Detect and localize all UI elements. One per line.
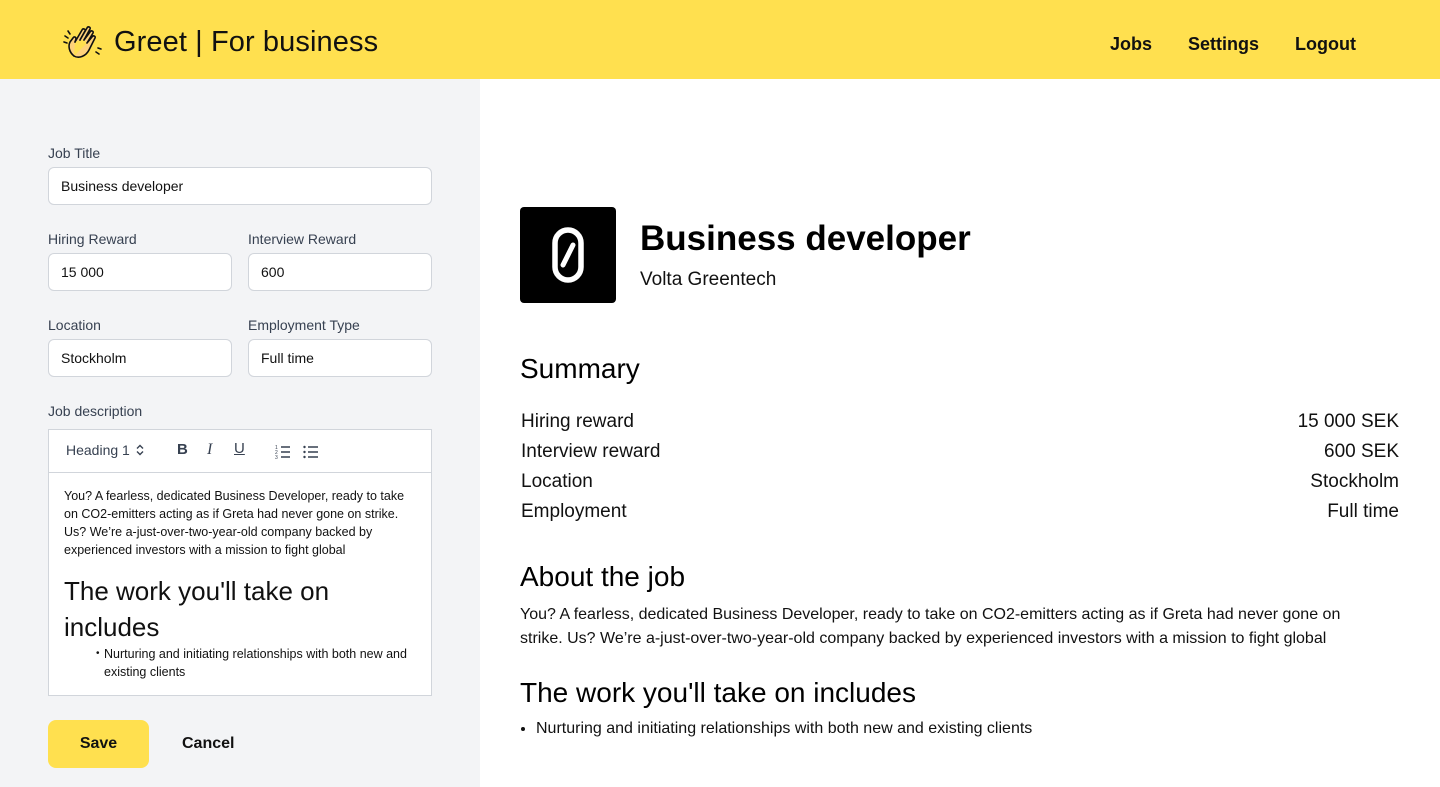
- brand[interactable]: Greet | For business: [62, 22, 378, 62]
- editor-content[interactable]: You? A fearless, dedicated Business Deve…: [49, 473, 431, 695]
- summary-row: Employment Full time: [521, 501, 1399, 523]
- select-arrows-icon: [136, 444, 144, 456]
- company-logo-mark: [552, 227, 584, 283]
- waving-hand-icon: [63, 26, 102, 58]
- location-input[interactable]: Stockholm: [48, 339, 232, 377]
- heading-select[interactable]: Heading 1: [66, 442, 144, 458]
- save-button[interactable]: Save: [48, 720, 149, 768]
- summary-label: Interview reward: [521, 441, 661, 462]
- editor-bullet-item: Nurturing and initiating relationships w…: [96, 645, 416, 681]
- editor-heading: The work you'll take on includes: [64, 576, 330, 642]
- job-preview: Business developer Volta Greentech Summa…: [480, 79, 1440, 787]
- cancel-button[interactable]: Cancel: [182, 720, 234, 768]
- hiring-reward-input[interactable]: 15 000: [48, 253, 232, 291]
- about-text: You? A fearless, dedicated Business Deve…: [520, 606, 1341, 647]
- job-title-label: Job Title: [48, 145, 101, 161]
- main-nav: Jobs Settings Logout: [1110, 34, 1356, 55]
- hiring-reward-label: Hiring Reward: [48, 231, 137, 247]
- editor-paragraph: You? A fearless, dedicated Business Deve…: [64, 489, 405, 557]
- employment-type-label: Employment Type: [248, 317, 360, 333]
- job-description-label: Job description: [48, 403, 143, 419]
- summary-value: Full time: [1327, 501, 1399, 522]
- about-heading: About the job: [520, 561, 686, 592]
- bullet-list-icon[interactable]: [303, 445, 319, 459]
- summary-label: Location: [521, 471, 593, 492]
- interview-reward-label: Interview Reward: [248, 231, 357, 247]
- employment-type-input[interactable]: Full time: [248, 339, 432, 377]
- preview-company: Volta Greentech: [640, 269, 777, 290]
- nav-jobs[interactable]: Jobs: [1110, 34, 1152, 55]
- nav-logout[interactable]: Logout: [1295, 34, 1356, 55]
- underline-icon[interactable]: U: [234, 440, 245, 457]
- preview-job-title: Business developer: [640, 219, 971, 258]
- summary-label: Employment: [521, 501, 627, 522]
- job-description-editor[interactable]: Heading 1 B I U 123 You? A fearless, ded…: [48, 429, 432, 696]
- summary-row: Interview reward 600 SEK: [521, 441, 1399, 463]
- summary-value: 15 000 SEK: [1297, 411, 1399, 432]
- bold-icon[interactable]: B: [177, 441, 188, 458]
- top-bar: Greet | For business Jobs Settings Logou…: [0, 0, 1440, 79]
- summary-row: Location Stockholm: [521, 471, 1399, 493]
- ordered-list-icon[interactable]: 123: [275, 445, 291, 459]
- work-list: Nurturing and initiating relationships w…: [536, 720, 1032, 738]
- location-label: Location: [48, 317, 101, 333]
- job-title-input[interactable]: Business developer: [48, 167, 432, 205]
- summary-heading: Summary: [520, 353, 640, 384]
- editor-toolbar: Heading 1 B I U 123: [49, 430, 431, 473]
- editor-bullet-list: Nurturing and initiating relationships w…: [96, 645, 416, 681]
- edit-panel: Job Title Business developer Hiring Rewa…: [0, 79, 480, 787]
- summary-row: Hiring reward 15 000 SEK: [521, 411, 1399, 433]
- italic-icon[interactable]: I: [207, 441, 212, 459]
- summary-label: Hiring reward: [521, 411, 634, 432]
- brand-name: Greet | For business: [114, 25, 379, 58]
- summary-value: 600 SEK: [1324, 441, 1399, 462]
- nav-settings[interactable]: Settings: [1188, 34, 1259, 55]
- work-heading: The work you'll take on includes: [520, 677, 916, 708]
- work-list-item: Nurturing and initiating relationships w…: [536, 720, 1032, 738]
- heading-select-value: Heading 1: [66, 442, 130, 458]
- company-logo: [520, 207, 616, 303]
- summary-value: Stockholm: [1310, 471, 1399, 492]
- svg-text:3: 3: [275, 455, 278, 459]
- interview-reward-input[interactable]: 600: [248, 253, 432, 291]
